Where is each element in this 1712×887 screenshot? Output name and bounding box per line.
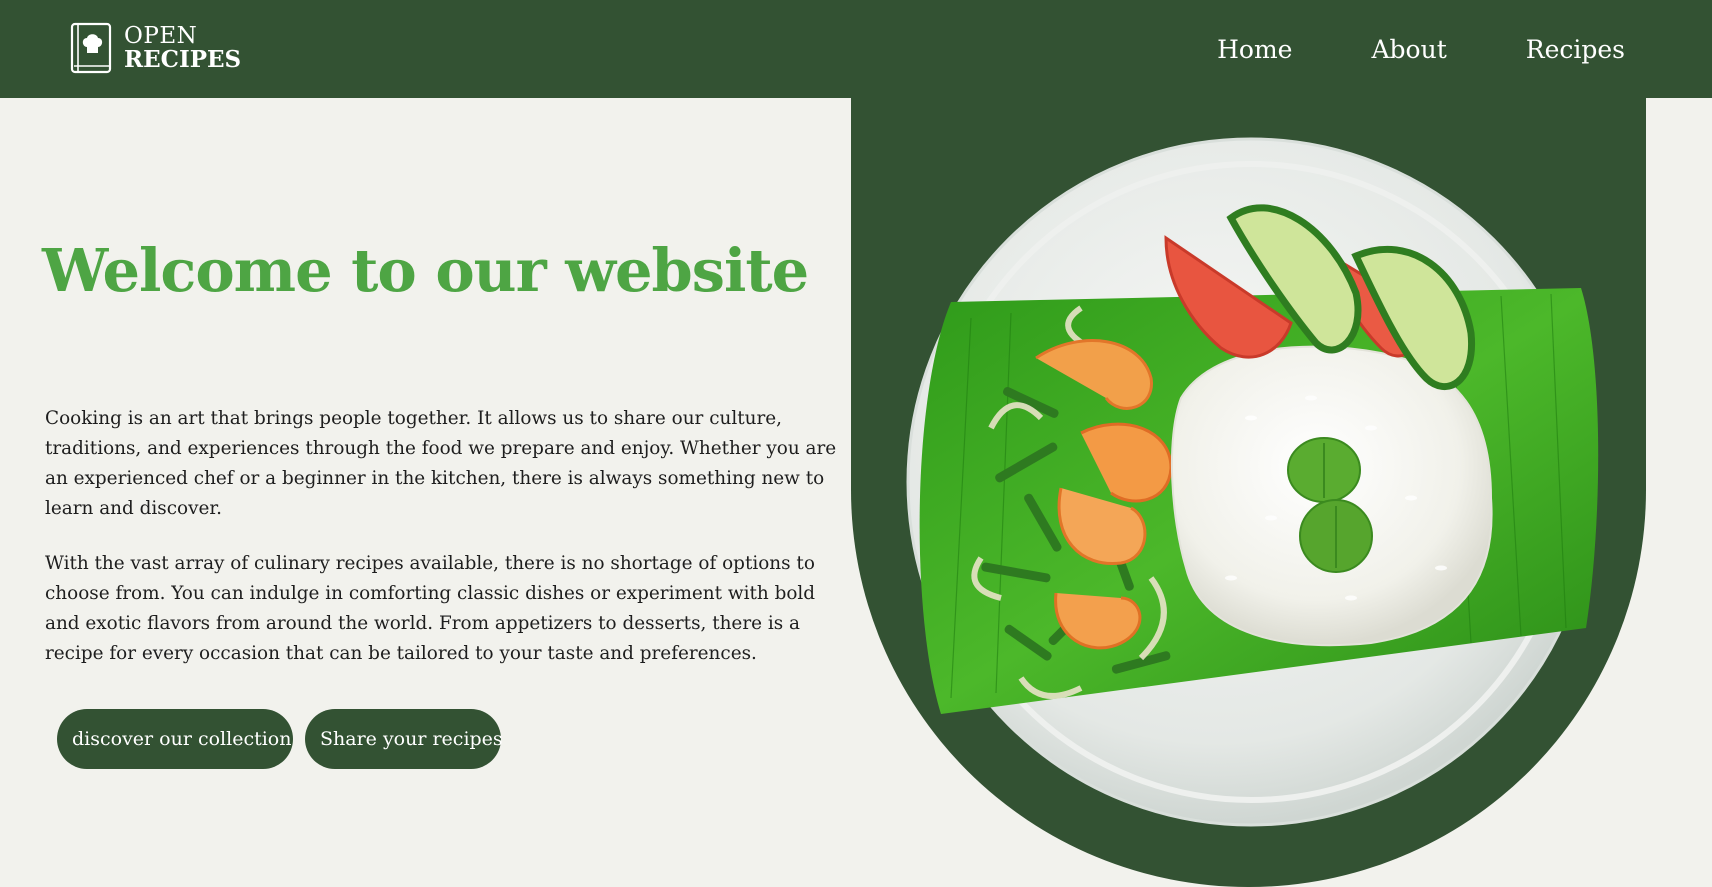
site-logo[interactable]: OPEN RECIPES: [70, 22, 241, 74]
nav-recipes[interactable]: Recipes: [1526, 35, 1625, 64]
hero-title: Welcome to our website: [42, 236, 809, 305]
intro-paragraph: Cooking is an art that brings people tog…: [45, 408, 837, 519]
nav-about[interactable]: About: [1371, 35, 1446, 64]
chef-hat-book-icon: [70, 22, 112, 74]
share-recipes-button[interactable]: Share your recipes: [305, 709, 503, 769]
discover-collection-button[interactable]: discover our collection: [57, 709, 293, 769]
nav-home[interactable]: Home: [1217, 35, 1292, 64]
logo-text: OPEN RECIPES: [124, 24, 241, 72]
main-nav: Home About Recipes: [1138, 0, 1625, 98]
logo-line-open: OPEN: [124, 23, 198, 49]
food-plate-image: [906, 137, 1599, 827]
logo-line-recipes: RECIPES: [124, 46, 242, 73]
top-navbar: OPEN RECIPES Home About Recipes: [0, 0, 1712, 98]
recipes-paragraph: With the vast array of culinary recipes …: [45, 553, 816, 664]
hero-image-backdrop: [851, 98, 1646, 887]
